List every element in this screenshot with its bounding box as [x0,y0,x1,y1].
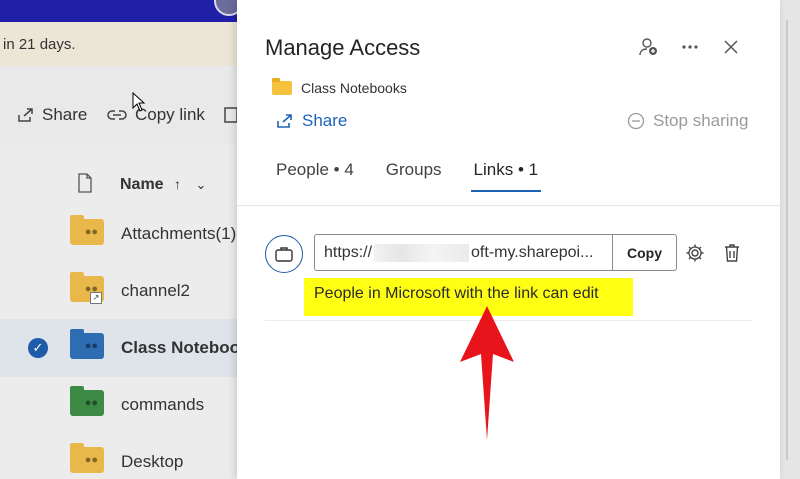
trash-icon[interactable] [720,241,744,265]
red-arrow-annotation [460,306,514,440]
list-item-name: Desktop [121,452,184,471]
list-item[interactable]: ●● Desktop [0,433,240,479]
link-url-field[interactable]: https:// oft-my.sharepoi... [314,234,613,271]
stop-sharing-button[interactable]: Stop sharing [627,111,748,131]
scrollbar[interactable] [786,20,788,460]
mouse-cursor-icon [132,92,146,112]
redacted-text [374,243,470,262]
shared-folder-icon: ●● [70,329,104,359]
share-button[interactable]: Share [275,111,347,131]
shared-item-name: Class Notebooks [301,80,407,96]
link-permission-text: People in Microsoft with the link can ed… [314,285,599,302]
folder-icon [272,78,292,95]
shared-folder-icon: ●● [70,443,104,473]
list-item-selected[interactable]: ✓ ●● Class Notebook [0,319,249,377]
shared-item: Class Notebooks [272,78,407,96]
more-icon[interactable] [679,36,701,58]
file-type-icon [78,173,92,193]
right-rail [780,0,800,479]
stop-sharing-label: Stop sharing [653,111,749,130]
list-item[interactable]: ●● Attachments(1) [0,205,240,263]
list-item-name: commands [121,395,205,414]
share-button-label: Share [302,111,348,130]
copy-link-command[interactable]: Copy link [107,105,205,125]
sort-ascending-icon: ↑ [174,176,182,192]
list-item[interactable]: ●● commands [0,376,240,434]
list-item-name: Attachments(1) [121,224,237,243]
list-item-name: channel2 [121,281,191,300]
url-prefix: https:// [324,244,373,261]
gear-icon[interactable] [683,241,707,265]
briefcase-icon [265,235,303,273]
name-column-header[interactable]: Name ↑ ⌄ [120,176,206,194]
share-icon [18,108,33,122]
list-item-name: Class Notebook [121,338,250,357]
share-command[interactable]: Share [16,105,87,125]
dialog-title: Manage Access [265,35,421,60]
access-tabs: People • 4 Groups Links • 1 [276,160,570,192]
tab-links[interactable]: Links • 1 [470,160,541,192]
tab-people[interactable]: People • 4 [276,160,354,192]
stop-icon [627,112,645,130]
add-people-icon[interactable] [638,36,660,58]
manage-access-dialog: Manage Access Class Notebooks Share Stop… [237,0,780,479]
share-command-label: Share [42,105,88,124]
shortcut-icon: ↗ [90,292,102,304]
chevron-down-icon[interactable]: ⌄ [195,177,206,192]
url-suffix: oft-my.sharepoi... [471,244,594,261]
list-item[interactable]: ●● ↗ channel2 [0,262,240,320]
banner-text: in 21 days. [3,36,76,53]
close-icon[interactable] [720,36,742,58]
divider [237,205,780,206]
shared-folder-icon: ●● [70,386,104,416]
tab-groups[interactable]: Groups [386,160,442,192]
link-icon [107,110,127,120]
copy-button[interactable]: Copy [613,234,677,271]
more-command[interactable] [224,105,238,123]
clipboard-icon [224,107,238,123]
checkmark-icon[interactable]: ✓ [28,338,48,358]
shared-folder-icon: ●● [70,215,104,245]
share-icon [277,114,292,128]
